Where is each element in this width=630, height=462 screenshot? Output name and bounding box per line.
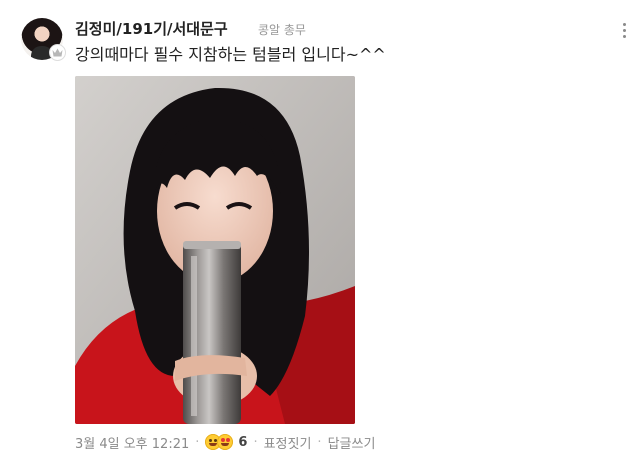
react-button[interactable]: 표정짓기 — [264, 433, 312, 452]
author-role: 콩알 총무 — [258, 23, 306, 37]
attached-photo[interactable] — [75, 76, 355, 424]
comment-meta: 3월 4일 오후 12:21 · 6 · 표정짓기 · 답글쓰기 — [75, 433, 376, 452]
reply-button[interactable]: 답글쓰기 — [328, 433, 376, 452]
reaction-count: 6 — [238, 434, 248, 450]
author-name[interactable]: 김정미/191기/서대문구 — [75, 18, 228, 39]
comment-item: 김정미/191기/서대문구 콩알 총무 강의때마다 필수 지참하는 텀블러 입니… — [0, 0, 630, 462]
reaction-love-icon — [217, 434, 234, 450]
crown-icon — [49, 44, 66, 61]
separator: · — [253, 434, 258, 450]
reaction-summary[interactable]: 6 — [205, 434, 247, 450]
separator: · — [195, 434, 200, 450]
timestamp: 3월 4일 오후 12:21 — [75, 436, 190, 452]
comment-text: 강의때마다 필수 지참하는 텀블러 입니다~^^ — [75, 45, 386, 64]
separator: · — [317, 434, 322, 450]
more-options-icon[interactable] — [618, 20, 630, 42]
